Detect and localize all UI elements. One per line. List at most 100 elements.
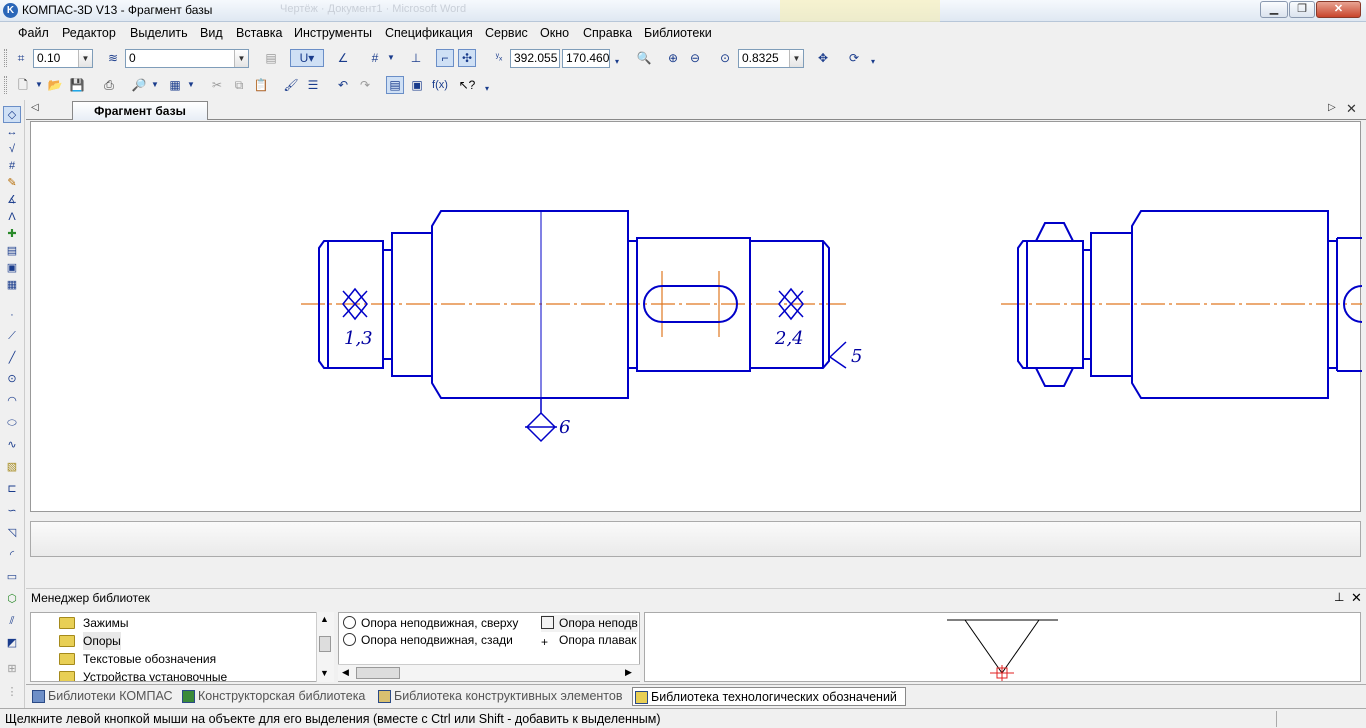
spec-panel-icon[interactable]: ✚ — [3, 226, 21, 243]
context-help-icon[interactable]: ↖? — [458, 76, 476, 94]
menu-specification[interactable]: Спецификация — [385, 26, 473, 40]
list-item[interactable]: + Опора плавак — [541, 632, 637, 649]
list-item[interactable]: Опора неподв — [541, 615, 638, 632]
chamfer-icon[interactable]: ◹ — [3, 525, 21, 542]
select-panel-icon[interactable]: Λ — [3, 209, 21, 226]
ortho-icon[interactable]: ∠ — [334, 49, 352, 67]
tab-design-library[interactable]: Конструкторская библиотека — [180, 687, 372, 706]
menu-insert[interactable]: Вставка — [236, 26, 282, 40]
zoom-window-icon[interactable]: 🔍 — [635, 49, 653, 67]
menu-service[interactable]: Сервис — [485, 26, 528, 40]
canvas-scrollbar[interactable] — [26, 512, 1366, 520]
local-cs-icon[interactable]: ⊥ — [407, 49, 425, 67]
menu-edit[interactable]: Редактор — [62, 26, 116, 40]
spline-icon[interactable]: ∿ — [3, 437, 21, 454]
library-panel-icon[interactable]: ▦ — [3, 277, 21, 294]
grid-dropdown-icon[interactable]: ▼ — [385, 49, 397, 67]
preview-dropdown-icon[interactable]: ▼ — [150, 76, 160, 94]
list-scrollbar[interactable]: ◀ ▶ — [338, 664, 640, 681]
tree-item-installation-devices[interactable]: Устройства установочные — [59, 668, 227, 681]
designations-panel-icon[interactable]: √ — [3, 141, 21, 158]
tab-constructive-elements-library[interactable]: Библиотека конструктивных элементов — [376, 687, 630, 706]
minimize-button[interactable]: ▁ — [1260, 1, 1288, 18]
list-item[interactable]: Опора неподвижная, сверху — [343, 615, 518, 632]
segment-icon[interactable]: ╱ — [3, 350, 21, 367]
tab-fragment[interactable]: Фрагмент базы — [72, 101, 208, 120]
pan-icon[interactable]: ✥ — [814, 49, 832, 67]
zoom-out-icon[interactable]: ⊖ — [686, 49, 704, 67]
coord-x-field[interactable]: 392.055 — [510, 49, 560, 68]
menu-libraries[interactable]: Библиотеки — [644, 26, 712, 40]
parametrization-panel-icon[interactable]: ✎ — [3, 175, 21, 192]
tab-technological-designations-library[interactable]: Библиотека технологических обозначений — [632, 687, 906, 706]
tree-scrollbar[interactable]: ▲ ▼ — [316, 612, 334, 682]
undo-icon[interactable]: ↶ — [334, 76, 352, 94]
layer-input[interactable]: 0 — [125, 49, 249, 68]
manager-icon[interactable]: ▦ — [166, 76, 184, 94]
menu-tools[interactable]: Инструменты — [294, 26, 372, 40]
coord-y-field[interactable]: 170.460 — [562, 49, 610, 68]
zoom-scale-icon[interactable]: ⊙ — [716, 49, 734, 67]
list-item[interactable]: Опора неподвижная, сзади — [343, 632, 513, 649]
insert-panel-icon[interactable]: ▣ — [3, 260, 21, 277]
tree-panel-icon[interactable]: ▤ — [386, 76, 404, 94]
ellipse-icon[interactable]: ⬭ — [3, 415, 21, 432]
scroll-down-icon[interactable]: ▼ — [320, 668, 329, 678]
save-icon[interactable]: 💾 — [68, 76, 86, 94]
cut-icon[interactable]: ✂ — [208, 76, 226, 94]
menu-view[interactable]: Вид — [200, 26, 223, 40]
close-library-icon[interactable]: ✕ — [1351, 590, 1362, 606]
grid-icon[interactable]: # — [366, 49, 384, 67]
step-dropdown[interactable]: ▼ — [78, 50, 92, 67]
properties-icon[interactable]: ▤ — [262, 49, 280, 67]
auxiliary-line-icon[interactable]: ⟋ — [3, 328, 21, 345]
preview-icon[interactable]: 🔎 — [130, 76, 148, 94]
editing-panel-icon[interactable]: # — [3, 158, 21, 175]
collapse-icon[interactable]: ⊞ — [3, 661, 21, 678]
rectangle-icon[interactable]: ▭ — [3, 569, 21, 586]
scroll-up-icon[interactable]: ▲ — [320, 614, 329, 624]
scroll-thumb[interactable] — [319, 636, 331, 652]
maximize-button[interactable]: ❐ — [1289, 1, 1315, 18]
new-dropdown-icon[interactable]: ▼ — [34, 76, 44, 94]
toolbar-grip[interactable] — [4, 76, 7, 94]
function-icon[interactable]: f(x) — [430, 76, 450, 94]
menu-file[interactable]: Файл — [18, 26, 49, 40]
toolbar-overflow-icon[interactable]: ▾ — [482, 80, 492, 98]
scroll-left-icon[interactable]: ◀ — [342, 667, 349, 678]
tab-scroll-left-icon[interactable]: ◁ — [31, 102, 39, 113]
fillet-icon[interactable]: ◜ — [3, 547, 21, 564]
print-icon[interactable]: ⎙ — [100, 76, 118, 94]
contour-icon[interactable]: ⊏ — [3, 481, 21, 498]
tab-scroll-right-icon[interactable]: ▷ — [1328, 102, 1336, 113]
tree-item-supports[interactable]: Опоры — [59, 632, 121, 650]
panel-grip-icon[interactable]: ⋮ — [3, 684, 21, 701]
format-brush-icon[interactable]: 🖌 — [282, 76, 300, 94]
variables-icon[interactable]: ▣ — [408, 76, 426, 94]
step-icon[interactable]: ⌗ — [12, 49, 30, 67]
curve-icon[interactable]: ∽ — [3, 503, 21, 520]
toolbar-overflow-icon[interactable]: ▾ — [612, 53, 622, 71]
point-icon[interactable]: · — [3, 307, 21, 324]
menu-window[interactable]: Окно — [540, 26, 569, 40]
measure-panel-icon[interactable]: ∡ — [3, 192, 21, 209]
pin-icon[interactable]: ⊥ — [1334, 590, 1344, 604]
properties-list-icon[interactable]: ☰ — [304, 76, 322, 94]
open-icon[interactable]: 📂 — [46, 76, 64, 94]
dimensions-panel-icon[interactable]: ↔ — [3, 124, 21, 141]
tree-item-text-designations[interactable]: Текстовые обозначения — [59, 650, 216, 668]
reports-panel-icon[interactable]: ▤ — [3, 243, 21, 260]
toolbar-overflow-icon[interactable]: ▾ — [868, 53, 878, 71]
fill-icon[interactable]: ◩ — [3, 635, 21, 652]
snap-magnet-icon[interactable]: U▾ — [290, 49, 324, 67]
tab-kompas-libraries[interactable]: Библиотеки КОМПАС — [30, 687, 176, 706]
hatch-icon[interactable]: ▧ — [3, 459, 21, 476]
new-document-icon[interactable]: 🗋 — [14, 76, 32, 94]
drawing-canvas[interactable]: 1,3 2,4 5 6 — [30, 121, 1363, 512]
close-button[interactable]: ✕ — [1316, 1, 1361, 18]
close-document-icon[interactable]: ✕ — [1346, 101, 1357, 117]
geometry-panel-icon[interactable]: ◇ — [3, 106, 21, 123]
copy-icon[interactable]: ⧉ — [230, 76, 248, 94]
manager-dropdown-icon[interactable]: ▼ — [186, 76, 196, 94]
tree-item-clamps[interactable]: Зажимы — [59, 614, 129, 632]
